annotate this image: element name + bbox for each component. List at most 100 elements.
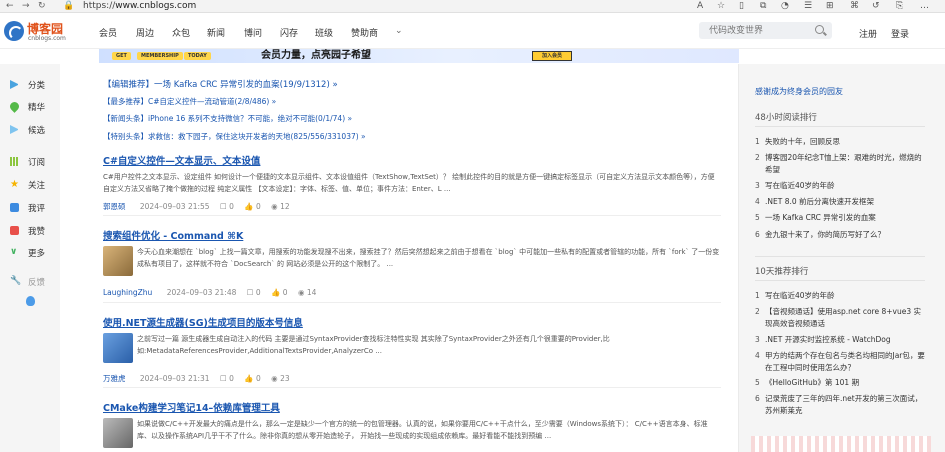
post-title[interactable]: 搜索组件优化 - Command ⌘K (103, 228, 243, 242)
post-meta: 郭恩硕 2024–09–03 21:55 ☐ 0 👍 0 ◉ 12 (103, 201, 290, 212)
nav-more-chevron-icon[interactable]: ⌄ (395, 26, 403, 36)
post-title[interactable]: 使用.NET源生成器(SG)生成项目的版本号信息 (103, 315, 303, 329)
register-link[interactable]: 注册 (859, 27, 877, 40)
sidebar-item-label: 关注 (28, 181, 46, 191)
post-author[interactable]: 万雅虎 (103, 374, 126, 383)
post-like-count[interactable]: 0 (256, 374, 261, 383)
site-logo[interactable]: 博客园 cnblogs.com (4, 17, 66, 45)
collections-icon[interactable]: ⊞ (826, 0, 834, 12)
post-like-count[interactable]: 0 (283, 288, 288, 297)
copilot-icon[interactable]: ⌘ (850, 0, 859, 12)
top10-title: 10天推荐排行 (755, 267, 809, 277)
browser-toolbar: ← → ↻ 🔒 https://www.cnblogs.com A ☆ ▯ ⧉ … (0, 0, 945, 13)
split-screen-icon[interactable]: ▯ (739, 0, 744, 12)
post-item: CMake构建学习笔记14–依赖库管理工具 如果说做C/C++开发最大的痛点是什… (103, 400, 723, 452)
post-meta: LaughingZhu 2024–09–03 21:48 ☐ 0 👍 0 ◉ 1… (103, 288, 316, 297)
more-icon[interactable]: … (920, 0, 929, 12)
back-icon[interactable]: ← (6, 1, 14, 11)
lightbulb-icon[interactable] (26, 296, 35, 306)
rank-title[interactable]: 博客园20年纪念T恤上架：艰难的时光，燃烧的希望 (765, 152, 925, 176)
notice-editor-pick[interactable]: 【编辑推荐】一场 Kafka CRC 异常引发的血案(19/9/1312) » (103, 78, 338, 90)
nav-item-ing[interactable]: 闪存 (280, 26, 298, 39)
rank-number: 6 (755, 394, 760, 403)
nav-item-crowdsource[interactable]: 众包 (172, 26, 190, 39)
post-list: 【编辑推荐】一场 Kafka CRC 异常引发的血案(19/9/1312) » … (99, 64, 724, 452)
rank-title[interactable]: 甲方的结两个存在包名与类名均相同的Jar包，要在工程中同时使用怎么办？ (765, 350, 925, 374)
post-comment-count[interactable]: 0 (229, 202, 234, 211)
sidebar-item-label: 订阅 (28, 158, 46, 168)
hot48-title: 48小时阅读排行 (755, 113, 817, 123)
nav-item-merch[interactable]: 周边 (136, 26, 154, 39)
wrench-icon: 🔧 (10, 276, 22, 286)
heart-icon (8, 100, 21, 113)
comment-icon: ☐ (246, 288, 254, 297)
rank-number: 5 (755, 378, 760, 387)
thumbs-up-icon: 👍 (271, 288, 281, 297)
url-domain: www.cnblogs.com (115, 1, 197, 11)
rank-title[interactable]: .NET 开源实时监控系统 - WatchDog (765, 334, 925, 346)
lifetime-member-link[interactable]: 感谢成为终身会员的园友 (755, 86, 843, 97)
rank-title[interactable]: 《HelloGitHub》第 101 期 (765, 377, 925, 389)
favorites-bar-icon[interactable]: ☰ (804, 0, 812, 12)
triangle-play-icon (10, 80, 19, 89)
sidebar-item-label: 我评 (28, 204, 46, 214)
post-like-count[interactable]: 0 (256, 202, 261, 211)
rank-title[interactable]: 写在临近40岁的年龄 (765, 290, 925, 302)
rank-number: 1 (755, 291, 760, 300)
books-icon (10, 157, 19, 166)
rank-number: 2 (755, 307, 760, 316)
membership-banner[interactable]: GET MEMBERSHIP TODAY 会员力量，点亮园子希望 加入会员 (99, 49, 739, 63)
join-member-button[interactable]: 加入会员 (532, 51, 572, 61)
forward-icon[interactable]: → (22, 1, 30, 11)
rank-title[interactable]: .NET 8.0 前后分离快速开发框架 (765, 196, 925, 208)
nav-item-sponsor[interactable]: 赞助商 (351, 26, 378, 39)
rank-number: 3 (755, 335, 760, 344)
post-comment-count[interactable]: 0 (229, 374, 234, 383)
site-header: 博客园 cnblogs.com 会员 周边 众包 新闻 博问 闪存 班级 赞助商… (0, 13, 945, 49)
nav-item-class[interactable]: 班级 (315, 26, 333, 39)
refresh-icon[interactable]: ↻ (38, 1, 46, 11)
post-divider (103, 215, 721, 216)
section-divider (755, 256, 925, 257)
rank-number: 6 (755, 230, 760, 239)
rank-title[interactable]: 【音视频通话】使用asp.net core 8+vue3 实现高效音视频通话 (765, 306, 925, 330)
sidebar-ad[interactable] (751, 436, 931, 452)
nav-item-qa[interactable]: 博问 (244, 26, 262, 39)
address-bar[interactable]: 🔒 https://www.cnblogs.com (63, 0, 703, 12)
history-icon[interactable]: ↺ (872, 0, 880, 12)
favorite-star-icon[interactable]: ☆ (717, 0, 725, 12)
notice-special-headline[interactable]: 【特别头条】求救信：救下园子，保住这块开发者的天地(825/556/331037… (103, 131, 366, 142)
login-link[interactable]: 登录 (891, 27, 909, 40)
post-comment-count[interactable]: 0 (256, 288, 261, 297)
profile-icon[interactable]: ◔ (781, 0, 789, 12)
search-input[interactable] (709, 24, 809, 37)
logo-rss-icon (4, 21, 24, 41)
rank-title[interactable]: 一场 Kafka CRC 异常引发的血案 (765, 212, 925, 224)
notice-news-headline[interactable]: 【新闻头条】iPhone 16 系列不支持微信？不可能，绝对不可能(0/1/74… (103, 113, 352, 124)
post-view-count: 23 (280, 374, 290, 383)
search-box (699, 22, 832, 39)
post-summary: 如果说做C/C++开发最大的痛点是什么，那么一定是缺少一个官方的统一的包管理器。… (137, 420, 708, 440)
post-title[interactable]: CMake构建学习笔记14–依赖库管理工具 (103, 400, 280, 414)
rank-title[interactable]: 失败的十年，回顾反思 (765, 136, 925, 148)
rank-title[interactable]: 写在临近40岁的年龄 (765, 180, 925, 192)
banner-pill-membership: MEMBERSHIP (137, 52, 183, 60)
search-icon[interactable] (815, 25, 824, 34)
post-thumbnail[interactable] (103, 418, 133, 448)
rank-title[interactable]: 记录荒废了三年的四年.net开发的第三次面试，苏州斯莱克 (765, 393, 925, 417)
post-thumbnail[interactable] (103, 333, 133, 363)
post-author[interactable]: 郭恩硕 (103, 202, 126, 211)
rank-number: 1 (755, 137, 760, 146)
sidebar-item-label: 反馈 (28, 278, 46, 288)
thumbs-up-icon: 👍 (244, 374, 254, 383)
post-title[interactable]: C#自定义控件—文本显示、文本设值 (103, 153, 260, 167)
notice-most-liked[interactable]: 【最多推荐】C#自定义控件—流动管道(2/8/486) » (103, 96, 276, 107)
nav-item-news[interactable]: 新闻 (207, 26, 225, 39)
rank-title[interactable]: 金九银十来了，你的简历写好了么？ (765, 229, 925, 241)
nav-item-member[interactable]: 会员 (99, 26, 117, 39)
reader-icon[interactable]: A (697, 0, 703, 12)
downloads-icon[interactable]: ⎘ (896, 0, 903, 12)
post-thumbnail[interactable] (103, 246, 133, 276)
extension-icon[interactable]: ⧉ (760, 0, 766, 12)
post-author[interactable]: LaughingZhu (103, 288, 152, 297)
